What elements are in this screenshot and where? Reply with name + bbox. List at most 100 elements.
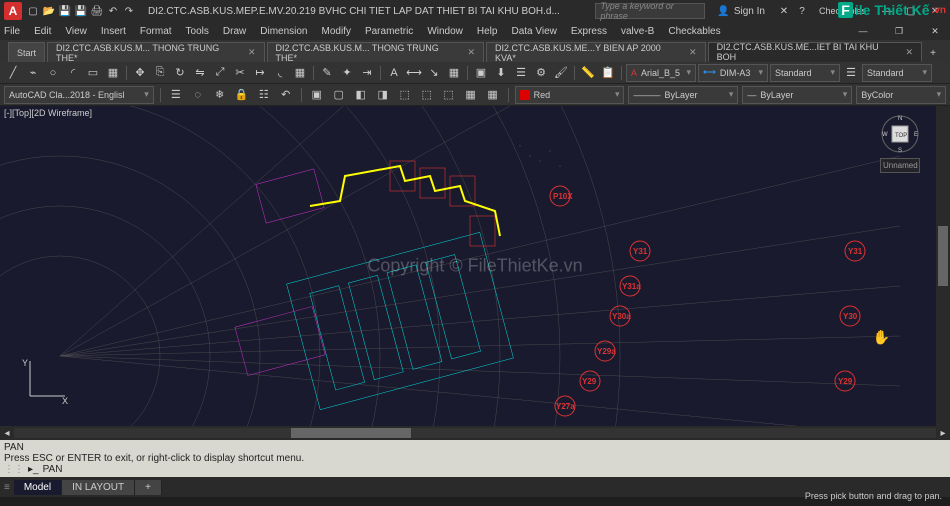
close-icon[interactable]: ✕ bbox=[689, 47, 697, 58]
layerlock-icon[interactable]: 🔒 bbox=[233, 86, 251, 104]
tool-e-icon[interactable]: ⬚ bbox=[396, 86, 414, 104]
tool-g-icon[interactable]: ⬚ bbox=[440, 86, 458, 104]
tool-a-icon[interactable]: ▣ bbox=[308, 86, 326, 104]
saveas-icon[interactable]: 💾 bbox=[74, 4, 88, 18]
table-icon[interactable]: ▦ bbox=[445, 64, 463, 82]
cmd-handle-icon[interactable]: ⋮⋮ bbox=[4, 464, 24, 475]
tab-start[interactable]: Start bbox=[8, 42, 45, 62]
open-icon[interactable]: 📂 bbox=[42, 4, 56, 18]
tool-c-icon[interactable]: ◧ bbox=[352, 86, 370, 104]
new-icon[interactable]: ▢ bbox=[26, 4, 40, 18]
exchange-icon[interactable]: ✕ bbox=[777, 4, 791, 18]
color-dropdown[interactable]: Red▾ bbox=[515, 86, 625, 104]
app-logo-icon[interactable]: A bbox=[4, 2, 22, 20]
menu-modify[interactable]: Modify bbox=[322, 26, 351, 37]
pline-icon[interactable]: ⌁ bbox=[24, 64, 42, 82]
tab-doc-1[interactable]: DI2.CTC.ASB.KUS.M... THONG TRUNG THE*✕ bbox=[47, 42, 265, 62]
tab-model[interactable]: Model bbox=[14, 480, 62, 495]
sign-in-button[interactable]: 👤 Sign In bbox=[717, 6, 765, 17]
tab-doc-2[interactable]: DI2.CTC.ASB.KUS.M... THONG TRUNG THE*✕ bbox=[267, 42, 485, 62]
fillet-icon[interactable]: ◟ bbox=[271, 64, 289, 82]
undo-icon[interactable]: ↶ bbox=[106, 4, 120, 18]
menu-edit[interactable]: Edit bbox=[34, 26, 51, 37]
menu-help[interactable]: Help bbox=[477, 26, 498, 37]
array-icon[interactable]: ▦ bbox=[291, 64, 309, 82]
leader-icon[interactable]: ↘ bbox=[425, 64, 443, 82]
trim-icon[interactable]: ✂ bbox=[231, 64, 249, 82]
menu-express[interactable]: Express bbox=[571, 26, 607, 37]
tab-layout[interactable]: IN LAYOUT bbox=[62, 480, 135, 495]
arc-icon[interactable]: ◜ bbox=[64, 64, 82, 82]
menu-parametric[interactable]: Parametric bbox=[365, 26, 413, 37]
explode-icon[interactable]: ✦ bbox=[338, 64, 356, 82]
vscrollbar[interactable] bbox=[936, 106, 950, 426]
extend-icon[interactable]: ↦ bbox=[251, 64, 269, 82]
drawing-canvas[interactable]: [-][Top][2D Wireframe] bbox=[0, 106, 950, 426]
font-dropdown[interactable]: AArial_B_5▾ bbox=[626, 64, 696, 82]
menu-format[interactable]: Format bbox=[140, 26, 172, 37]
layermatch-icon[interactable]: ☷ bbox=[255, 86, 273, 104]
tab-doc-3[interactable]: DI2.CTC.ASB.KUS.ME...Y BIEN AP 2000 KVA*… bbox=[486, 42, 706, 62]
doc-restore-button[interactable]: ❐ bbox=[888, 22, 910, 40]
tab-add[interactable]: + bbox=[135, 480, 162, 495]
plotstyle-dropdown[interactable]: ByColor▾ bbox=[856, 86, 946, 104]
measure-icon[interactable]: 📏 bbox=[579, 64, 597, 82]
close-icon[interactable]: ✕ bbox=[467, 47, 475, 58]
offset-icon[interactable]: ⇥ bbox=[358, 64, 376, 82]
mirror-icon[interactable]: ⇋ bbox=[191, 64, 209, 82]
hscroll-thumb[interactable] bbox=[291, 428, 411, 438]
command-line[interactable]: PAN Press ESC or ENTER to exit, or right… bbox=[0, 440, 950, 477]
tool-h-icon[interactable]: ▦ bbox=[462, 86, 480, 104]
copy-icon[interactable]: ⎘ bbox=[151, 64, 169, 82]
lineweight-dropdown[interactable]: —ByLayer▾ bbox=[742, 86, 852, 104]
viewcube[interactable]: TOP N S E W bbox=[880, 114, 920, 154]
tool-i-icon[interactable]: ▦ bbox=[484, 86, 502, 104]
menu-view[interactable]: View bbox=[65, 26, 87, 37]
menu-window[interactable]: Window bbox=[427, 26, 463, 37]
line-icon[interactable]: ╱ bbox=[4, 64, 22, 82]
help-icon[interactable]: ? bbox=[795, 4, 809, 18]
menu-insert[interactable]: Insert bbox=[101, 26, 126, 37]
tab-doc-4[interactable]: DI2.CTC.ASB.KUS.ME...IET BI TAI KHU BOH✕ bbox=[708, 42, 923, 62]
hscrollbar[interactable]: ◂ ▸ bbox=[0, 426, 950, 440]
style2-dropdown[interactable]: Standard▾ bbox=[862, 64, 932, 82]
erase-icon[interactable]: ✎ bbox=[318, 64, 336, 82]
menu-dataview[interactable]: Data View bbox=[511, 26, 556, 37]
save-icon[interactable]: 💾 bbox=[58, 4, 72, 18]
tabs-menu-icon[interactable]: ≡ bbox=[4, 482, 10, 493]
hatch-icon[interactable]: ▦ bbox=[104, 64, 122, 82]
scroll-right-icon[interactable]: ▸ bbox=[936, 428, 950, 439]
match-icon[interactable]: 🖌 bbox=[552, 64, 570, 82]
layeroff-icon[interactable]: ◌ bbox=[189, 86, 207, 104]
circle-icon[interactable]: ○ bbox=[44, 64, 62, 82]
dim-icon[interactable]: ⟷ bbox=[405, 64, 423, 82]
vscroll-thumb[interactable] bbox=[938, 226, 948, 286]
style-icon[interactable]: ☰ bbox=[842, 64, 860, 82]
paste-icon[interactable]: 📋 bbox=[599, 64, 617, 82]
tool-d-icon[interactable]: ◨ bbox=[374, 86, 392, 104]
layermgr-icon[interactable]: ☰ bbox=[167, 86, 185, 104]
style1-dropdown[interactable]: Standard▾ bbox=[770, 64, 840, 82]
insert-icon[interactable]: ⬇ bbox=[492, 64, 510, 82]
close-icon[interactable]: ✕ bbox=[248, 47, 256, 58]
menu-tools[interactable]: Tools bbox=[186, 26, 209, 37]
props-icon[interactable]: ⚙ bbox=[532, 64, 550, 82]
scale-icon[interactable]: ⤢ bbox=[211, 64, 229, 82]
layerfreeze-icon[interactable]: ❄ bbox=[211, 86, 229, 104]
search-input[interactable]: Type a keyword or phrase bbox=[595, 3, 705, 19]
rect-icon[interactable]: ▭ bbox=[84, 64, 102, 82]
menu-checkables[interactable]: Checkables bbox=[668, 26, 720, 37]
menu-file[interactable]: File bbox=[4, 26, 20, 37]
close-icon[interactable]: ✕ bbox=[906, 47, 914, 58]
new-tab-button[interactable]: + bbox=[924, 44, 942, 62]
menu-valveb[interactable]: valve-B bbox=[621, 26, 654, 37]
layer-dropdown[interactable]: AutoCAD Cla...2018 - Englisl▾ bbox=[4, 86, 154, 104]
layerprev-icon[interactable]: ↶ bbox=[277, 86, 295, 104]
redo-icon[interactable]: ↷ bbox=[122, 4, 136, 18]
menu-draw[interactable]: Draw bbox=[223, 26, 246, 37]
plot-icon[interactable]: 🖨 bbox=[90, 4, 104, 18]
doc-minimize-button[interactable]: — bbox=[852, 22, 874, 40]
rotate-icon[interactable]: ↻ bbox=[171, 64, 189, 82]
text-icon[interactable]: A bbox=[385, 64, 403, 82]
tool-b-icon[interactable]: ▢ bbox=[330, 86, 348, 104]
